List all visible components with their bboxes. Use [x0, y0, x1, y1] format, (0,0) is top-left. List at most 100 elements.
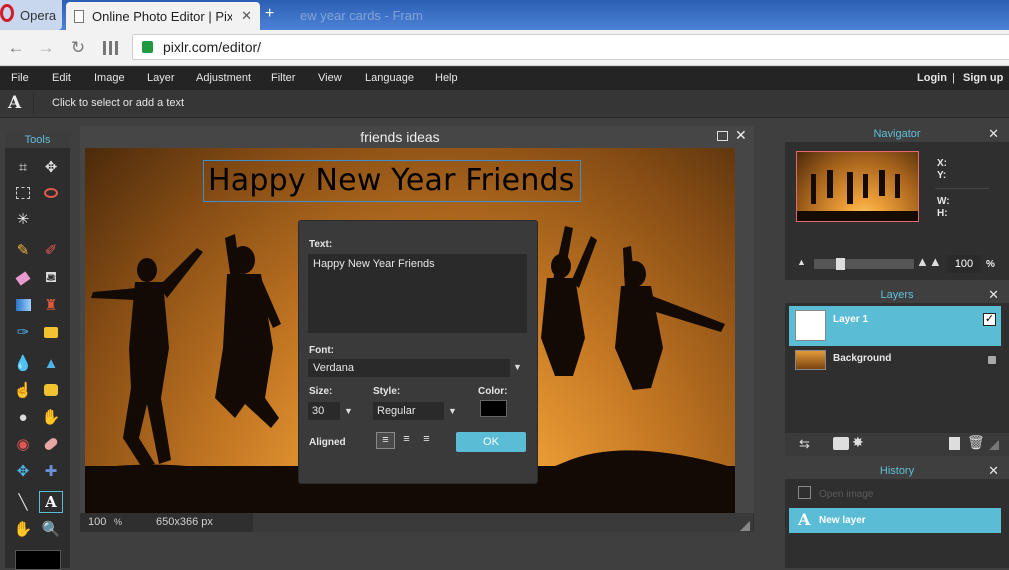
layer-styles-icon[interactable]: ✸	[852, 434, 864, 451]
color-replace-icon[interactable]: ✑	[11, 321, 35, 343]
zoom-icon[interactable]: 🔍	[39, 518, 63, 540]
nav-x-label: X:	[937, 158, 947, 169]
chevron-down-icon[interactable]: ▼	[344, 406, 353, 416]
history-title: History	[879, 465, 915, 477]
close-icon[interactable]: ✕	[735, 127, 747, 144]
visibility-checkbox[interactable]: ✓	[983, 313, 996, 326]
color-label: Color:	[478, 386, 508, 397]
close-icon[interactable]: ✕	[988, 126, 999, 142]
clone-stamp-icon[interactable]: ♜	[39, 294, 63, 316]
lock-icon	[142, 41, 153, 53]
text-layer-content: Happy New Year Friends	[208, 163, 575, 198]
text-tool-icon: A	[8, 93, 22, 113]
nav-zoom-input[interactable]: 100	[947, 255, 981, 273]
browser-tab-background[interactable]: ew year cards - Fram	[290, 0, 450, 30]
hand-icon[interactable]: ✋	[11, 518, 35, 540]
speed-dial-icon[interactable]	[103, 41, 118, 55]
layer-row[interactable]: Background	[789, 347, 1001, 373]
browser-tab-opera[interactable]: Opera	[0, 0, 62, 30]
font-select[interactable]: Verdana	[308, 359, 510, 377]
text-color-swatch[interactable]	[480, 400, 507, 417]
align-left-icon[interactable]: ≡	[376, 432, 395, 449]
layer-mask-icon[interactable]	[833, 437, 849, 450]
layer-settings-icon[interactable]: ⇆	[799, 436, 810, 452]
navigator-header: Navigator ✕	[785, 126, 1009, 142]
new-layer-icon[interactable]	[949, 437, 960, 450]
burn-icon[interactable]: ✋	[39, 406, 63, 428]
pencil-icon[interactable]: ✎	[11, 239, 35, 261]
sponge-icon[interactable]	[39, 379, 63, 401]
bloat-icon[interactable]: ✥	[11, 460, 35, 482]
text-layer-bounds[interactable]: Happy New Year Friends	[203, 160, 581, 202]
zoom-in-icon[interactable]: ▲▲	[916, 254, 942, 269]
back-icon[interactable]: ←	[6, 38, 26, 58]
color-picker-icon[interactable]: ╲	[11, 491, 35, 513]
drawing-icon[interactable]	[39, 321, 63, 343]
forward-icon[interactable]: →	[36, 38, 56, 58]
new-tab-icon[interactable]: +	[265, 5, 274, 23]
chevron-down-icon[interactable]: ▼	[448, 406, 457, 416]
ok-button[interactable]: OK	[456, 432, 526, 452]
history-item[interactable]: A New layer	[789, 508, 1001, 533]
trash-icon[interactable]: 🗑	[967, 434, 985, 451]
pinch-icon[interactable]: ✚	[39, 460, 63, 482]
navigator-thumbnail[interactable]	[796, 151, 919, 222]
menu-file[interactable]: File	[11, 67, 29, 90]
zoom-slider-handle[interactable]	[836, 258, 845, 270]
menu-help[interactable]: Help	[435, 67, 458, 90]
layer-thumbnail	[795, 310, 826, 341]
marquee-icon[interactable]	[11, 182, 35, 204]
type-tool-icon[interactable]: A	[39, 491, 63, 513]
red-eye-icon[interactable]: ◉	[11, 433, 35, 455]
zoom-out-icon[interactable]: ▲	[797, 257, 806, 267]
browser-tab-pixlr[interactable]: Online Photo Editor | Pixlr ✕	[66, 2, 260, 30]
sharpen-icon[interactable]: ▲	[39, 352, 63, 374]
close-icon[interactable]: ✕	[241, 8, 252, 24]
smudge-icon[interactable]: ☝	[11, 379, 35, 401]
browser-tab-label: Online Photo Editor | Pixlr	[92, 8, 232, 24]
gradient-icon[interactable]	[11, 294, 35, 316]
tools-header: Tools	[5, 132, 70, 148]
zoom-slider[interactable]	[814, 258, 914, 270]
menu-layer[interactable]: Layer	[147, 67, 175, 90]
reload-icon[interactable]: ↻	[68, 38, 88, 58]
zoom-value[interactable]: 100	[88, 516, 106, 528]
magic-wand-icon[interactable]: ✳	[11, 208, 35, 230]
login-link[interactable]: Login	[917, 67, 947, 90]
align-center-icon[interactable]: ≡	[397, 432, 416, 449]
menu-view[interactable]: View	[318, 67, 342, 90]
history-item[interactable]: Open image	[789, 483, 1001, 505]
menu-image[interactable]: Image	[94, 67, 125, 90]
paint-bucket-icon[interactable]: ⛾	[39, 267, 63, 289]
nav-w-label: W:	[937, 196, 950, 207]
spot-heal-icon[interactable]	[39, 433, 63, 455]
menu-filter[interactable]: Filter	[271, 67, 295, 90]
blur-icon[interactable]: 💧	[11, 352, 35, 374]
resize-grip-icon[interactable]	[740, 521, 750, 531]
chevron-down-icon[interactable]: ▼	[513, 362, 522, 372]
crop-icon[interactable]: ⌗	[11, 156, 35, 178]
menu-edit[interactable]: Edit	[52, 67, 71, 90]
size-select[interactable]: 30	[308, 402, 340, 420]
close-icon[interactable]: ✕	[988, 463, 999, 479]
style-select[interactable]: Regular	[373, 402, 444, 420]
layer-row[interactable]: Layer 1 ✓	[789, 306, 1001, 346]
font-label: Font:	[309, 345, 334, 356]
url-field[interactable]: pixlr.com/editor/	[132, 34, 1009, 60]
close-icon[interactable]: ✕	[988, 287, 999, 303]
resize-grip-icon[interactable]	[989, 440, 999, 450]
signup-link[interactable]: Sign up	[963, 67, 1003, 90]
menu-language[interactable]: Language	[365, 67, 414, 90]
layers-title: Layers	[880, 289, 914, 301]
move-icon[interactable]: ✥	[39, 156, 63, 178]
maximize-icon[interactable]	[717, 131, 728, 141]
align-right-icon[interactable]: ≡	[417, 432, 436, 449]
dodge-icon[interactable]: ●	[11, 406, 35, 428]
menu-adjustment[interactable]: Adjustment	[196, 67, 251, 90]
eraser-icon[interactable]	[11, 267, 35, 289]
text-input[interactable]: Happy New Year Friends	[308, 254, 527, 333]
nav-y-label: Y:	[937, 170, 947, 181]
foreground-color-swatch[interactable]	[15, 550, 61, 570]
brush-icon[interactable]: ✐	[39, 239, 63, 261]
lasso-icon[interactable]	[39, 182, 63, 204]
